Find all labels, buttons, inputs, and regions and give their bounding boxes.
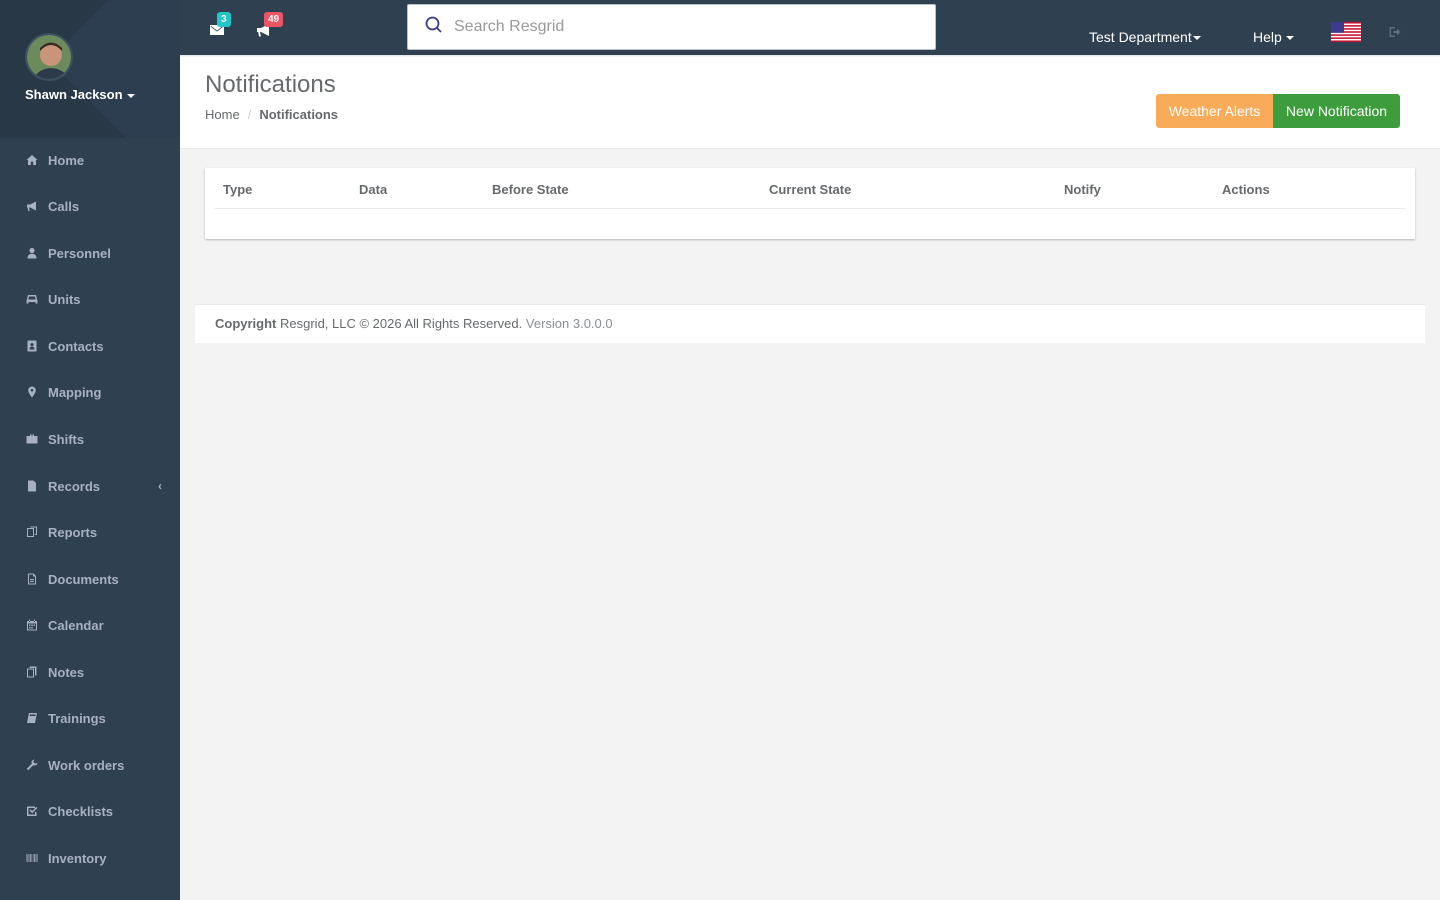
user-name: Shawn Jackson	[25, 87, 123, 102]
sidebar-item-home[interactable]: Home	[0, 140, 180, 180]
file-icon	[25, 479, 39, 493]
sidebar-item-label: Reports	[48, 524, 98, 540]
book-icon	[25, 711, 39, 725]
search-box	[407, 4, 936, 50]
column-header-type: Type	[223, 182, 253, 197]
column-header-current-state: Current State	[769, 182, 852, 197]
calls-count-badge: 49	[264, 12, 284, 27]
bullhorn-icon	[25, 199, 39, 213]
column-header-actions: Actions	[1222, 182, 1270, 197]
sidebar-item-label: Work orders	[48, 757, 125, 773]
top-navbar: 3 49 Test Department Help	[180, 0, 1440, 56]
sidebar-item-checklists[interactable]: Checklists	[0, 791, 180, 831]
report-icon	[25, 525, 39, 539]
caret-down-icon	[126, 93, 135, 98]
column-header-notify: Notify	[1064, 182, 1101, 197]
page-heading: Notifications Home / Notifications Weather…	[180, 57, 1440, 149]
sidebar-item-label: Units	[48, 291, 81, 307]
sidebar-item-label: Calls	[48, 198, 80, 214]
sidebar-item-calls[interactable]: Calls	[0, 186, 180, 226]
sidebar-item-label: Calendar	[48, 617, 104, 633]
breadcrumb: Home / Notifications	[205, 107, 338, 122]
messages-button[interactable]: 3	[209, 12, 231, 40]
home-icon	[25, 153, 39, 167]
column-header-before-state: Before State	[492, 182, 569, 197]
sidebar-item-mapping[interactable]: Mapping	[0, 372, 180, 412]
barcode-icon	[25, 851, 39, 865]
sidebar-item-label: Personnel	[48, 245, 111, 261]
sidebar-item-contacts[interactable]: Contacts	[0, 326, 180, 366]
department-dropdown[interactable]: Test Department	[1089, 29, 1201, 45]
sidebar-item-label: Home	[48, 152, 85, 168]
sidebar-item-label: Records	[48, 478, 101, 494]
notes-icon	[25, 665, 39, 679]
user-menu-toggle[interactable]: Shawn Jackson	[25, 87, 135, 102]
help-label: Help	[1253, 29, 1282, 45]
copyright-text: Resgrid, LLC © 2026 All Rights Reserved.	[276, 316, 523, 331]
sidebar-item-label: Shifts	[48, 431, 85, 447]
messages-count-badge: 3	[217, 12, 231, 27]
sidebar-item-documents[interactable]: Documents	[0, 559, 180, 599]
sidebar-item-reports[interactable]: Reports	[0, 512, 180, 552]
sidebar-item-shifts[interactable]: Shifts	[0, 419, 180, 459]
sidebar-item-label: Contacts	[48, 338, 104, 354]
search-icon	[425, 16, 442, 33]
sidebar-item-label: Inventory	[48, 850, 107, 866]
checkbox-icon	[25, 804, 39, 818]
sidebar-item-inventory[interactable]: Inventory	[0, 838, 180, 878]
table-header-divider	[215, 208, 1405, 209]
sidebar-item-label: Checklists	[48, 803, 114, 819]
version-text: Version 3.0.0.0	[525, 316, 613, 331]
caret-down-icon	[1285, 36, 1294, 41]
logout-button[interactable]	[1389, 26, 1403, 38]
avatar[interactable]	[25, 33, 73, 81]
sidebar-item-work-orders[interactable]: Work orders	[0, 745, 180, 785]
department-label: Test Department	[1089, 29, 1192, 45]
truck-icon	[25, 292, 39, 306]
sidebar-item-personnel[interactable]: Personnel	[0, 233, 180, 273]
breadcrumb-separator: /	[247, 107, 252, 122]
notifications-table: Type Data Before State Current State Not…	[205, 168, 1415, 239]
calendar-icon	[25, 618, 39, 632]
sidebar-item-records[interactable]: Records ‹	[0, 466, 180, 506]
new-notification-button[interactable]: New Notification	[1273, 94, 1400, 128]
chevron-left-icon: ‹	[158, 479, 162, 493]
sidebar-item-label: Notes	[48, 664, 85, 680]
sidebar-item-units[interactable]: Units	[0, 279, 180, 319]
sidebar-item-notes[interactable]: Notes	[0, 652, 180, 692]
user-icon	[25, 246, 39, 260]
breadcrumb-home-link[interactable]: Home	[205, 107, 240, 122]
sidebar-item-calendar[interactable]: Calendar	[0, 605, 180, 645]
sidebar: Shawn Jackson Home Calls Personnel Units…	[0, 0, 180, 900]
calls-button[interactable]: 49	[256, 12, 284, 40]
caret-down-icon	[1192, 36, 1201, 41]
breadcrumb-current: Notifications	[259, 107, 339, 122]
sign-out-icon	[1389, 27, 1401, 37]
footer: Copyright Resgrid, LLC © 2026 All Rights…	[195, 304, 1425, 343]
profile-section: Shawn Jackson	[0, 0, 180, 138]
wrench-icon	[25, 758, 39, 772]
document-icon	[25, 572, 39, 586]
us-flag-icon[interactable]	[1331, 22, 1361, 42]
sidebar-item-label: Documents	[48, 571, 119, 587]
help-dropdown[interactable]: Help	[1253, 29, 1294, 45]
sidebar-item-trainings[interactable]: Trainings	[0, 698, 180, 738]
sidebar-item-label: Trainings	[48, 710, 106, 726]
column-header-data: Data	[359, 182, 388, 197]
sidebar-item-label: Mapping	[48, 384, 102, 400]
search-input[interactable]	[454, 15, 914, 39]
page-title: Notifications	[205, 71, 336, 98]
copyright-label: Copyright	[215, 316, 277, 331]
weather-alerts-button[interactable]: Weather Alerts	[1156, 94, 1273, 128]
contact-card-icon	[25, 339, 39, 353]
map-marker-icon	[25, 385, 39, 399]
briefcase-icon	[25, 432, 39, 446]
